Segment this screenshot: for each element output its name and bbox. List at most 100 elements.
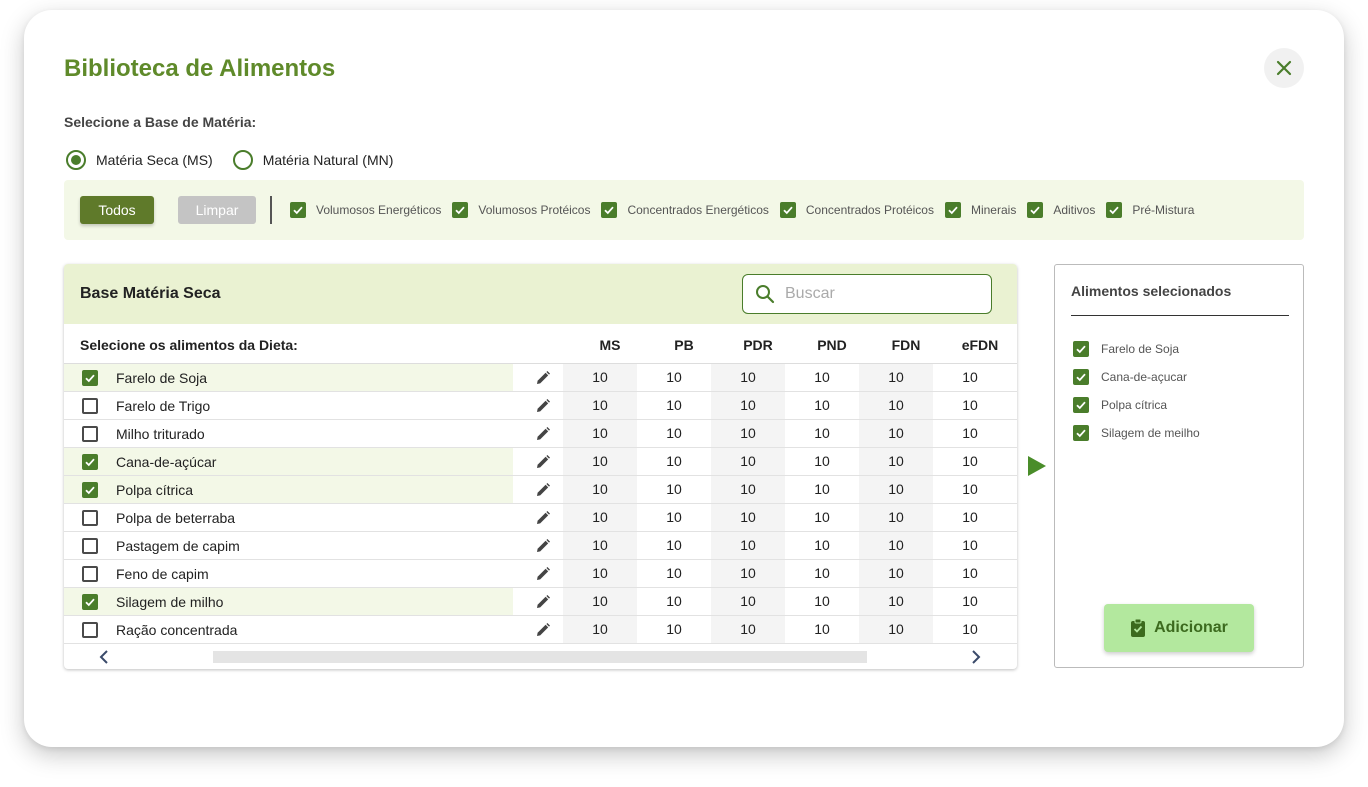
value-cell-pb: 10 bbox=[666, 481, 682, 497]
value-cell-efdn: 10 bbox=[962, 565, 978, 581]
row-checkbox[interactable] bbox=[82, 482, 98, 498]
value-cell-pnd: 10 bbox=[814, 537, 830, 553]
close-button[interactable] bbox=[1264, 48, 1304, 88]
checkbox[interactable] bbox=[290, 202, 306, 218]
category-filter-item[interactable]: Aditivos bbox=[1027, 202, 1095, 218]
search-box[interactable] bbox=[742, 274, 992, 314]
row-checkbox[interactable] bbox=[82, 398, 98, 414]
value-cell-pdr: 10 bbox=[711, 616, 785, 643]
add-button[interactable]: Adicionar bbox=[1104, 604, 1254, 652]
row-checkbox[interactable] bbox=[82, 370, 98, 386]
checkbox[interactable] bbox=[1073, 369, 1089, 385]
value-cell-fdn: 10 bbox=[859, 448, 933, 475]
row-checkbox[interactable] bbox=[82, 622, 98, 638]
category-filter-item[interactable]: Concentrados Energéticos bbox=[601, 202, 769, 218]
selected-food-label: Cana-de-açucar bbox=[1101, 370, 1188, 384]
pencil-icon[interactable] bbox=[535, 454, 551, 475]
category-filter-bar: Todos Limpar Volumosos Energéticos Volumo… bbox=[64, 180, 1304, 240]
column-header-pnd[interactable]: PND bbox=[795, 337, 869, 353]
horizontal-scrollbar[interactable] bbox=[64, 645, 1017, 669]
value-cell-efdn: 10 bbox=[962, 593, 978, 609]
radio-materia-seca[interactable]: Matéria Seca (MS) bbox=[66, 150, 213, 170]
value-cell-pdr: 10 bbox=[711, 420, 785, 447]
pencil-icon[interactable] bbox=[535, 426, 551, 447]
scrollbar-thumb[interactable] bbox=[213, 651, 867, 663]
value-cell-efdn: 10 bbox=[962, 453, 978, 469]
value-cell-ms: 10 bbox=[563, 420, 637, 447]
column-header-ms[interactable]: MS bbox=[573, 337, 647, 353]
checkbox[interactable] bbox=[779, 202, 796, 218]
value-cell-ms: 10 bbox=[563, 588, 637, 615]
row-checkbox[interactable] bbox=[82, 426, 98, 442]
table-row[interactable]: Milho triturado 10 10 10 10 10 10 bbox=[64, 420, 1017, 448]
search-input[interactable] bbox=[785, 285, 965, 303]
food-name: Pastagem de capim bbox=[116, 538, 240, 554]
move-right-arrow-icon[interactable] bbox=[1028, 456, 1046, 476]
chevron-right-icon[interactable] bbox=[970, 649, 982, 665]
checkbox[interactable] bbox=[601, 202, 618, 218]
column-header-pb[interactable]: PB bbox=[647, 337, 721, 353]
search-icon bbox=[756, 285, 775, 304]
category-filter-label: Concentrados Energéticos bbox=[627, 203, 769, 217]
pencil-icon[interactable] bbox=[535, 398, 551, 419]
food-table: Base Matéria Seca Selecione os alimentos… bbox=[64, 264, 1017, 669]
column-header-row: Selecione os alimentos da Dieta: MS PB P… bbox=[64, 324, 1017, 364]
selected-food-label: Polpa cítrica bbox=[1101, 398, 1168, 412]
checkbox[interactable] bbox=[1073, 397, 1089, 413]
value-cell-pdr: 10 bbox=[711, 448, 785, 475]
value-cell-pb: 10 bbox=[666, 621, 682, 637]
radio-materia-natural[interactable]: Matéria Natural (MN) bbox=[232, 150, 393, 170]
category-filter-item[interactable]: Minerais bbox=[944, 202, 1016, 218]
checkbox[interactable] bbox=[944, 202, 961, 218]
row-checkbox[interactable] bbox=[82, 454, 98, 470]
value-cell-ms: 10 bbox=[563, 504, 637, 531]
pencil-icon[interactable] bbox=[535, 482, 551, 503]
checkbox[interactable] bbox=[1027, 202, 1044, 218]
column-header-fdn[interactable]: FDN bbox=[869, 337, 943, 353]
clear-button[interactable]: Limpar bbox=[178, 196, 256, 224]
selected-food-item[interactable]: Farelo de Soja bbox=[1073, 335, 1200, 363]
selected-food-item[interactable]: Cana-de-açucar bbox=[1073, 363, 1200, 391]
category-filter-item[interactable]: Pré-Mistura bbox=[1106, 202, 1194, 218]
pencil-icon[interactable] bbox=[535, 566, 551, 587]
row-checkbox[interactable] bbox=[82, 594, 98, 610]
value-cell-pnd: 10 bbox=[814, 425, 830, 441]
checkbox[interactable] bbox=[1073, 341, 1089, 357]
table-row[interactable]: Farelo de Trigo 10 10 10 10 10 10 bbox=[64, 392, 1017, 420]
category-filter-item[interactable]: Volumosos Energéticos bbox=[290, 202, 441, 218]
table-header: Base Matéria Seca bbox=[64, 264, 1017, 324]
select-foods-label: Selecione os alimentos da Dieta: bbox=[80, 337, 298, 353]
category-filter-item[interactable]: Concentrados Protéicos bbox=[779, 202, 934, 218]
table-row[interactable]: Pastagem de capim 10 10 10 10 10 10 bbox=[64, 532, 1017, 560]
select-all-button[interactable]: Todos bbox=[80, 196, 154, 224]
table-row[interactable]: Polpa de beterraba 10 10 10 10 10 10 bbox=[64, 504, 1017, 532]
pencil-icon[interactable] bbox=[535, 510, 551, 531]
value-cell-pnd: 10 bbox=[814, 565, 830, 581]
page-title: Biblioteca de Alimentos bbox=[64, 55, 336, 82]
checkbox[interactable] bbox=[1106, 202, 1123, 218]
table-row[interactable]: Silagem de milho 10 10 10 10 10 10 bbox=[64, 588, 1017, 616]
selected-food-item[interactable]: Silagem de meilho bbox=[1073, 419, 1200, 447]
selected-foods-panel: Alimentos selecionados Farelo de Soja Can… bbox=[1054, 264, 1304, 668]
row-checkbox[interactable] bbox=[82, 538, 98, 554]
column-header-efdn[interactable]: eFDN bbox=[943, 337, 1017, 353]
table-row[interactable]: Farelo de Soja 10 10 10 10 10 10 bbox=[64, 364, 1017, 392]
row-checkbox[interactable] bbox=[82, 510, 98, 526]
table-row[interactable]: Polpa cítrica 10 10 10 10 10 10 bbox=[64, 476, 1017, 504]
table-row[interactable]: Feno de capim 10 10 10 10 10 10 bbox=[64, 560, 1017, 588]
table-row[interactable]: Ração concentrada 10 10 10 10 10 10 bbox=[64, 616, 1017, 644]
value-cell-fdn: 10 bbox=[859, 560, 933, 587]
row-checkbox[interactable] bbox=[82, 566, 98, 582]
selected-food-item[interactable]: Polpa cítrica bbox=[1073, 391, 1200, 419]
selected-food-label: Silagem de meilho bbox=[1101, 426, 1200, 440]
pencil-icon[interactable] bbox=[535, 370, 551, 391]
pencil-icon[interactable] bbox=[535, 538, 551, 559]
pencil-icon[interactable] bbox=[535, 594, 551, 615]
pencil-icon[interactable] bbox=[535, 622, 551, 643]
checkbox[interactable] bbox=[1073, 425, 1089, 441]
column-header-pdr[interactable]: PDR bbox=[721, 337, 795, 353]
category-filter-item[interactable]: Volumosos Protéicos bbox=[452, 202, 590, 218]
checkbox[interactable] bbox=[452, 202, 469, 218]
chevron-left-icon[interactable] bbox=[98, 649, 110, 665]
table-row[interactable]: Cana-de-açúcar 10 10 10 10 10 10 bbox=[64, 448, 1017, 476]
